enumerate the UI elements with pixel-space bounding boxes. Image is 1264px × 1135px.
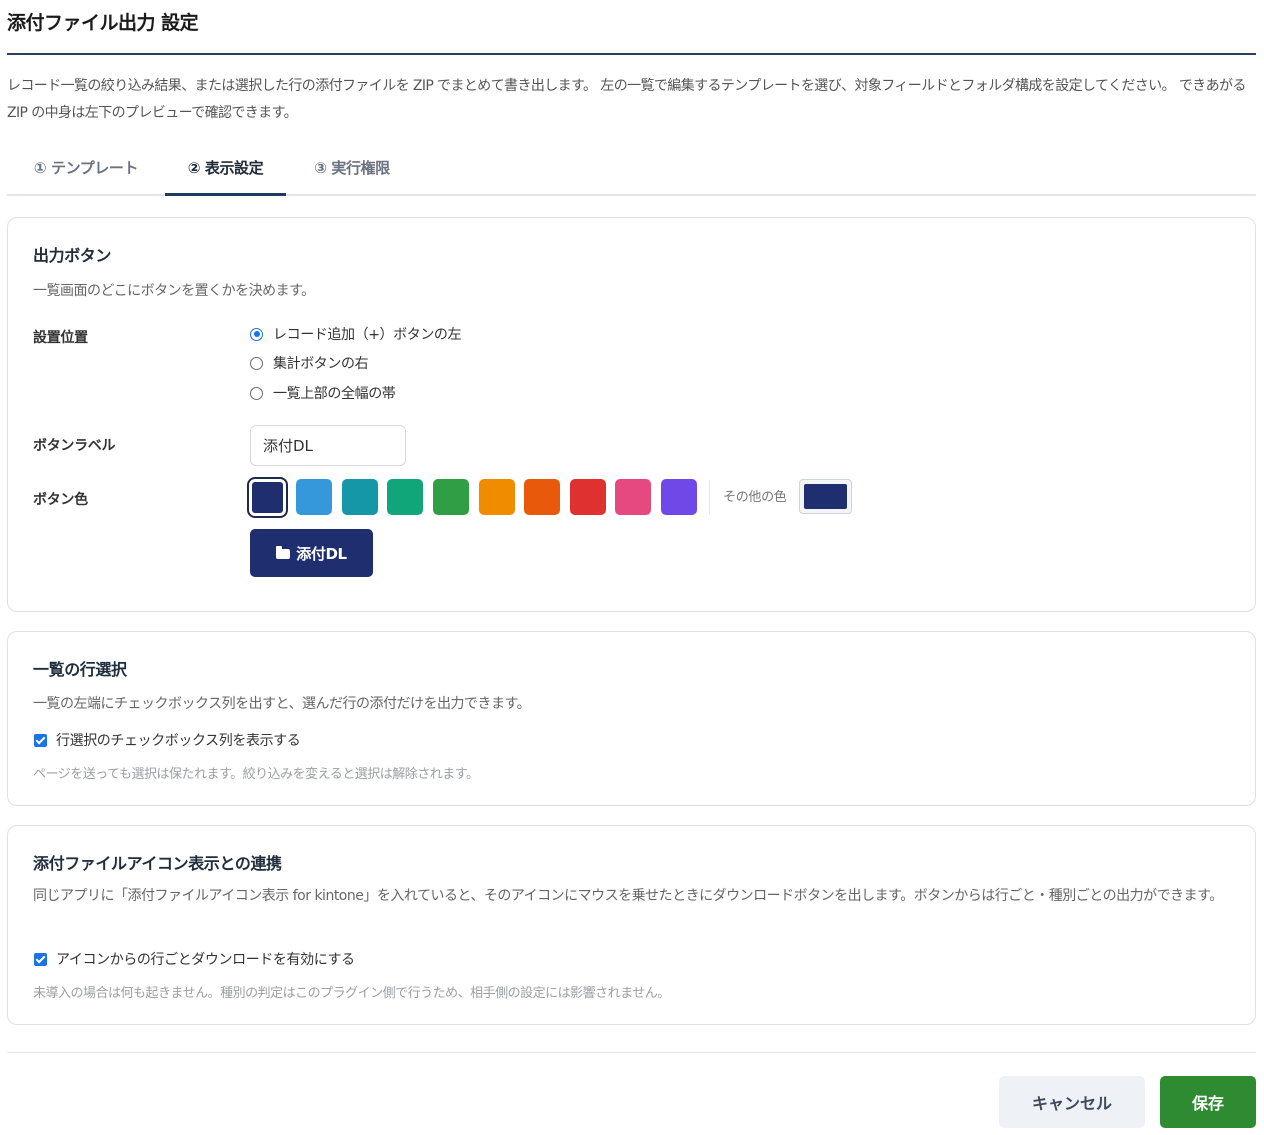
color-swatch-navy[interactable] bbox=[247, 477, 288, 518]
color-swatch-teal[interactable] bbox=[342, 479, 378, 515]
radio-label: 集計ボタンの右 bbox=[273, 356, 369, 372]
position-option-record-add[interactable]: レコード追加（+）ボタンの左 bbox=[250, 324, 462, 344]
button-color-label: ボタン色 bbox=[33, 492, 88, 508]
save-button[interactable]: 保存 bbox=[1160, 1076, 1256, 1128]
color-swatch-purple[interactable] bbox=[661, 479, 697, 515]
card-description: 一覧の左端にチェックボックス列を出すと、選んだ行の添付だけを出力できます。 bbox=[33, 696, 531, 712]
folder-icon bbox=[276, 546, 291, 559]
card-title: 添付ファイルアイコン表示との連携 bbox=[33, 854, 282, 873]
card-title: 出力ボタン bbox=[33, 246, 112, 265]
color-swatch-pink[interactable] bbox=[615, 479, 651, 515]
checkbox[interactable] bbox=[34, 733, 47, 747]
checkbox[interactable] bbox=[34, 952, 47, 966]
card-title: 一覧の行選択 bbox=[33, 660, 127, 679]
tab-permissions[interactable]: ③ 実行権限 bbox=[296, 144, 408, 194]
custom-color-fill bbox=[804, 484, 847, 509]
tab-bar: ① テンプレート ② 表示設定 ③ 実行権限 bbox=[7, 144, 1256, 196]
position-label: 設置位置 bbox=[33, 330, 88, 346]
page-description: レコード一覧の絞り込み結果、または選択した行の添付ファイルを ZIP でまとめて… bbox=[7, 78, 1246, 121]
color-swatch-blue[interactable] bbox=[296, 479, 332, 515]
icon-link-checkbox-row[interactable]: アイコンからの行ごとダウンロードを有効にする bbox=[34, 949, 355, 969]
color-swatch-orange[interactable] bbox=[479, 479, 515, 515]
output-button-card: 出力ボタン 一覧画面のどこにボタンを置くかを決めます。 設置位置 レコード追加（… bbox=[7, 217, 1256, 612]
color-swatch-dark-orange[interactable] bbox=[524, 479, 560, 515]
radio-label: レコード追加（+）ボタンの左 bbox=[273, 327, 462, 343]
radio-button[interactable] bbox=[250, 327, 263, 341]
color-swatch-green-teal[interactable] bbox=[387, 479, 423, 515]
checkbox-label: アイコンからの行ごとダウンロードを有効にする bbox=[56, 952, 355, 968]
radio-label: 一覧上部の全幅の帯 bbox=[273, 386, 396, 402]
footer-divider bbox=[7, 1052, 1256, 1053]
page-title: 添付ファイル出力 設定 bbox=[7, 12, 199, 34]
title-divider bbox=[7, 53, 1256, 55]
row-select-card: 一覧の行選択 一覧の左端にチェックボックス列を出すと、選んだ行の添付だけを出力で… bbox=[7, 631, 1256, 806]
card-description: 同じアプリに「添付ファイルアイコン表示 for kintone」を入れていると、… bbox=[33, 888, 1223, 904]
row-select-checkbox-row[interactable]: 行選択のチェックボックス列を表示する bbox=[34, 730, 301, 750]
button-label-input[interactable] bbox=[250, 425, 406, 466]
radio-button[interactable] bbox=[250, 386, 263, 400]
tab-template[interactable]: ① テンプレート bbox=[7, 144, 165, 194]
position-option-aggregate[interactable]: 集計ボタンの右 bbox=[250, 353, 369, 373]
checkbox-label: 行選択のチェックボックス列を表示する bbox=[56, 733, 301, 749]
color-swatch-red[interactable] bbox=[570, 479, 606, 515]
card-description: 一覧画面のどこにボタンを置くかを決めます。 bbox=[33, 283, 315, 299]
hint-text: 未導入の場合は何も起きません。種別の判定はこのプラグイン側で行うため、相手側の設… bbox=[33, 986, 670, 1001]
cancel-button[interactable]: キャンセル bbox=[999, 1076, 1145, 1128]
radio-button[interactable] bbox=[250, 356, 263, 370]
swatch-divider bbox=[709, 480, 710, 514]
hint-text: ページを送っても選択は保たれます。絞り込みを変えると選択は解除されます。 bbox=[33, 767, 479, 782]
position-option-full-width[interactable]: 一覧上部の全幅の帯 bbox=[250, 383, 396, 403]
other-color-label: その他の色 bbox=[723, 490, 787, 505]
preview-button-label: 添付DL bbox=[296, 544, 347, 563]
preview-output-button[interactable]: 添付DL bbox=[250, 529, 373, 577]
button-label-label: ボタンラベル bbox=[33, 438, 116, 454]
color-swatch-green[interactable] bbox=[433, 479, 469, 515]
icon-link-card: 添付ファイルアイコン表示との連携 同じアプリに「添付ファイルアイコン表示 for… bbox=[7, 825, 1256, 1025]
custom-color-picker[interactable] bbox=[799, 479, 852, 514]
tab-display-settings[interactable]: ② 表示設定 bbox=[165, 144, 286, 196]
